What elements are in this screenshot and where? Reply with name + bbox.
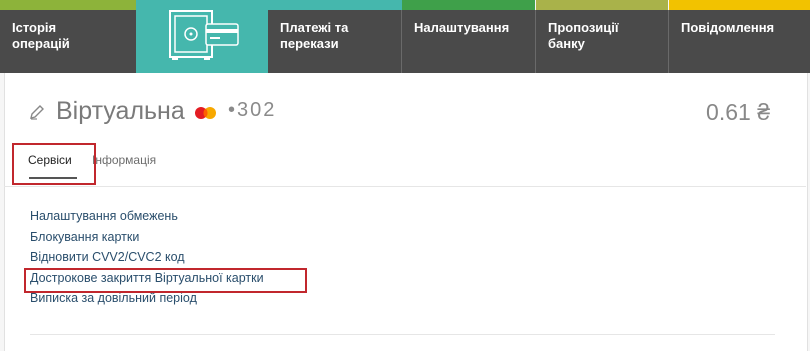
highlight-box-early-close xyxy=(24,268,307,293)
pencil-icon[interactable] xyxy=(28,103,46,121)
card-name: Віртуальна xyxy=(56,97,185,125)
tab-history[interactable]: Історія операцій xyxy=(0,0,136,73)
divider xyxy=(4,186,806,187)
services-list: Налаштування обмежень Блокування картки … xyxy=(30,206,264,309)
tab-history-label: Історія операцій xyxy=(12,20,70,51)
bottom-divider xyxy=(30,334,775,335)
main-navigation: Історія операцій Платежі та перекази Нал… xyxy=(0,0,810,73)
tab-offers[interactable]: Пропозиції банку xyxy=(536,0,668,73)
link-block-card[interactable]: Блокування картки xyxy=(30,227,264,248)
card-number: •302 xyxy=(228,99,277,121)
tab-offers-label: Пропозиції банку xyxy=(548,20,619,51)
tab-payments-label: Платежі та перекази xyxy=(280,20,349,51)
mastercard-icon xyxy=(195,107,216,119)
tab-cards[interactable] xyxy=(136,0,268,73)
tab-settings-label: Налаштування xyxy=(414,20,510,35)
tab-messages[interactable]: Повідомлення xyxy=(669,0,810,73)
highlight-box-services xyxy=(12,143,96,185)
tab-messages-label: Повідомлення xyxy=(681,20,775,35)
tab-settings[interactable]: Налаштування xyxy=(402,0,535,73)
link-limits-settings[interactable]: Налаштування обмежень xyxy=(30,206,264,227)
card-balance: 0.61 ₴ xyxy=(706,99,770,125)
tab-payments[interactable]: Платежі та перекази xyxy=(268,0,402,73)
safe-card-icon xyxy=(169,10,239,60)
link-restore-cvv[interactable]: Відновити CVV2/CVC2 код xyxy=(30,247,264,268)
subtab-info[interactable]: Інформація xyxy=(92,153,156,167)
